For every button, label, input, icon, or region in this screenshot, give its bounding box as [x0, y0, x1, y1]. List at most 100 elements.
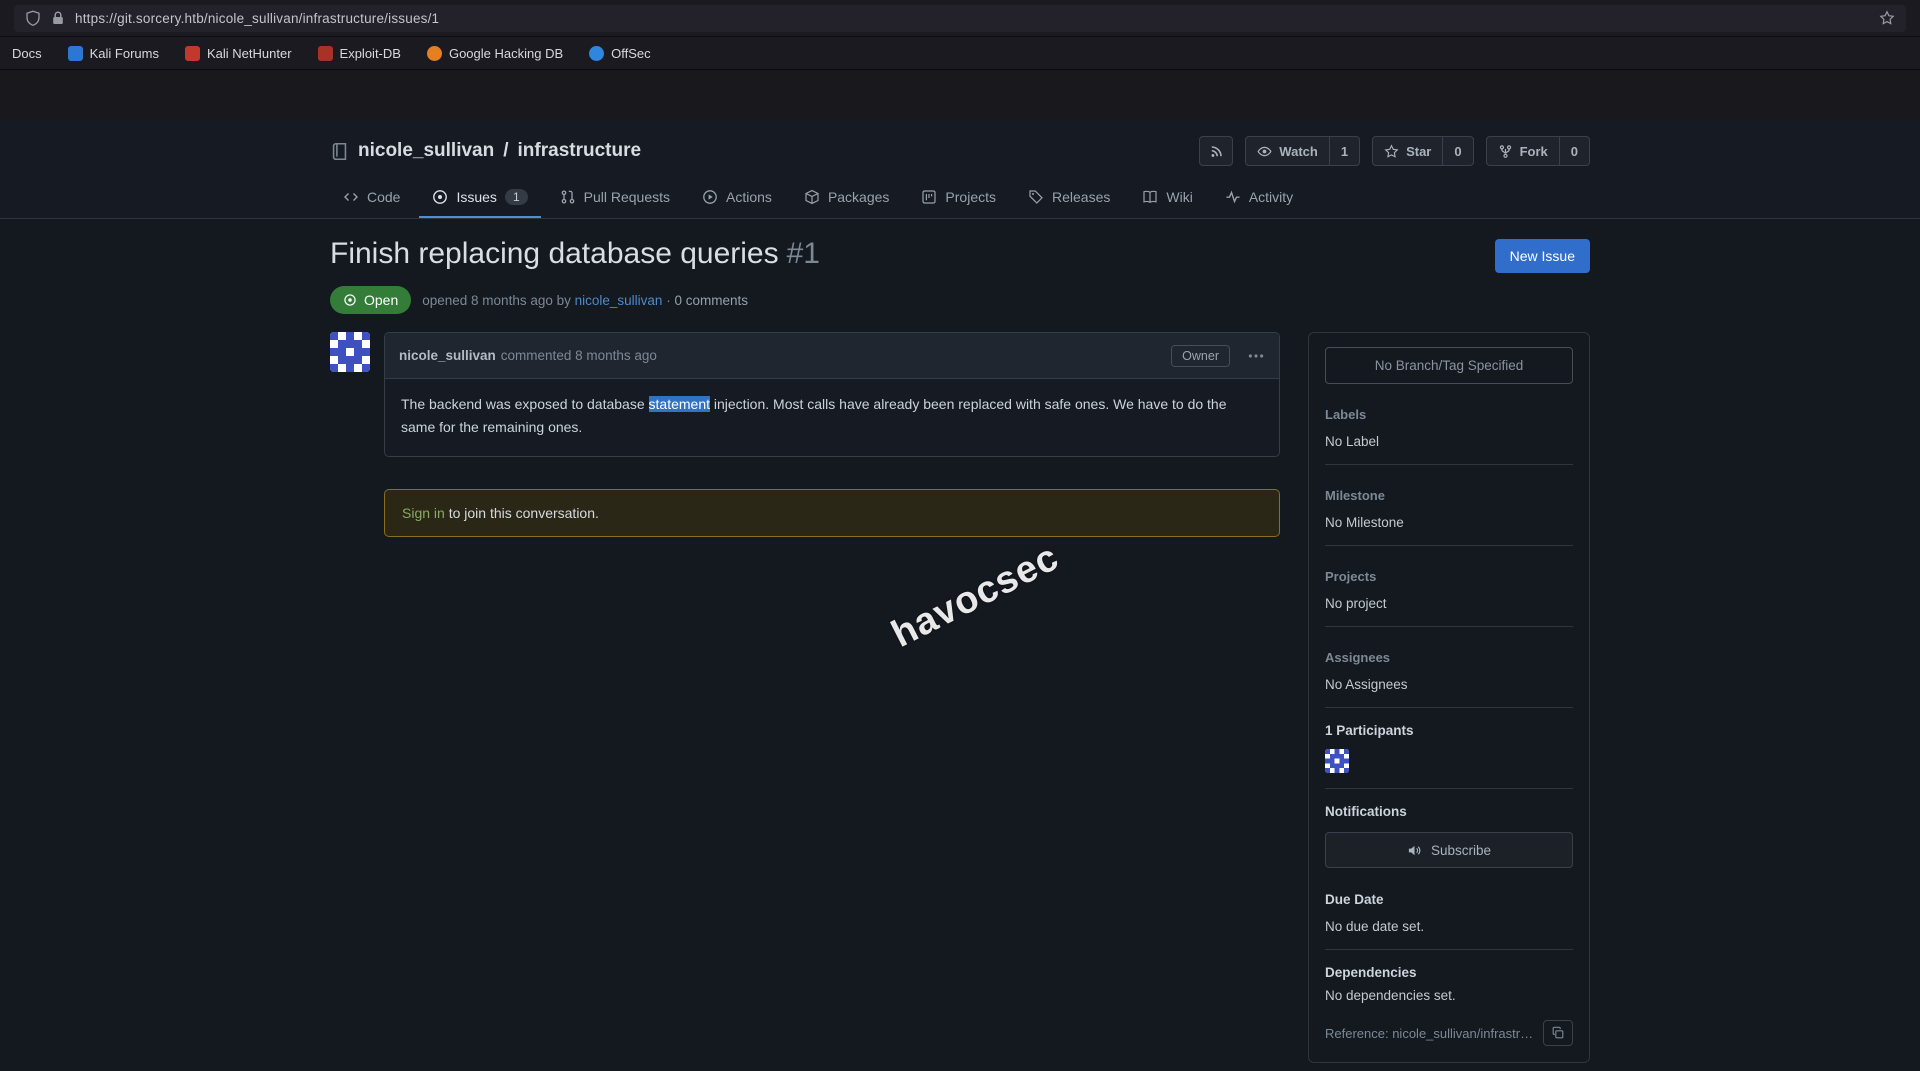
project-board-icon — [921, 189, 937, 205]
pulse-icon — [1225, 189, 1241, 205]
divider — [1325, 788, 1573, 789]
participants-title: 1 Participants — [1325, 723, 1573, 738]
issue-opened-icon — [432, 189, 448, 205]
lock-icon[interactable] — [50, 10, 66, 26]
bookmark-kali-nethunter[interactable]: Kali NetHunter — [185, 46, 292, 61]
bookmark-label: Kali Forums — [90, 46, 159, 61]
bookmark-google-hacking-db[interactable]: Google Hacking DB — [427, 46, 563, 61]
pull-request-icon — [560, 189, 576, 205]
url-field[interactable]: https://git.sorcery.htb/nicole_sullivan/… — [14, 5, 1906, 32]
url-text[interactable]: https://git.sorcery.htb/nicole_sullivan/… — [75, 11, 1870, 26]
issue-meta-text: opened 8 months ago by nicole_sullivan ·… — [422, 293, 748, 308]
bookmark-exploit-db[interactable]: Exploit-DB — [318, 46, 401, 61]
tab-code[interactable]: Code — [330, 179, 413, 218]
rss-button[interactable] — [1199, 136, 1233, 166]
subscribe-label: Subscribe — [1431, 843, 1491, 858]
tab-projects[interactable]: Projects — [908, 179, 1009, 218]
repo-owner-link[interactable]: nicole_sullivan — [358, 140, 494, 162]
bookmark-offsec[interactable]: OffSec — [589, 46, 651, 61]
bookmark-label: OffSec — [611, 46, 651, 61]
shield-icon[interactable] — [25, 10, 41, 26]
tab-issues[interactable]: Issues 1 — [419, 179, 540, 218]
tab-label: Wiki — [1166, 189, 1192, 205]
bookmarks-bar: Docs Kali Forums Kali NetHunter Exploit-… — [0, 37, 1920, 70]
fork-button[interactable]: Fork 0 — [1486, 136, 1590, 166]
bookmark-star-icon[interactable] — [1879, 10, 1895, 26]
tab-activity[interactable]: Activity — [1212, 179, 1306, 218]
participant-avatar[interactable] — [1325, 749, 1349, 773]
watch-count[interactable]: 1 — [1329, 137, 1359, 165]
divider — [1325, 949, 1573, 950]
bookmark-kali-forums[interactable]: Kali Forums — [68, 46, 159, 61]
kali-forums-favicon — [68, 46, 83, 61]
dependencies-value: No dependencies set. — [1325, 988, 1573, 1003]
tag-icon — [1028, 189, 1044, 205]
issue-opened-icon — [343, 293, 357, 307]
comment-author-link[interactable]: nicole_sullivan — [399, 348, 496, 363]
kebab-menu-icon[interactable] — [1247, 347, 1265, 365]
assignees-value: No Assignees — [1325, 677, 1573, 692]
notifications-title: Notifications — [1325, 804, 1573, 819]
due-date-title: Due Date — [1325, 892, 1573, 907]
divider — [1325, 464, 1573, 465]
url-bar: https://git.sorcery.htb/nicole_sullivan/… — [0, 0, 1920, 37]
tab-label: Actions — [726, 189, 772, 205]
tab-packages[interactable]: Packages — [791, 179, 902, 218]
tab-releases[interactable]: Releases — [1015, 179, 1123, 218]
tab-label: Packages — [828, 189, 889, 205]
divider — [1325, 707, 1573, 708]
rss-icon — [1209, 144, 1224, 159]
repo-title-row: nicole_sullivan / infrastructure — [330, 133, 1590, 169]
status-badge: Open — [330, 286, 411, 314]
package-icon — [804, 189, 820, 205]
reference-row: Reference: nicole_sullivan/infrastr… — [1325, 1020, 1573, 1046]
kali-nethunter-favicon — [185, 46, 200, 61]
tab-label: Issues — [456, 189, 496, 205]
comment: nicole_sullivan commented 8 months ago O… — [330, 332, 1280, 457]
tab-wiki[interactable]: Wiki — [1129, 179, 1205, 218]
new-issue-button[interactable]: New Issue — [1495, 239, 1590, 273]
branch-selector[interactable]: No Branch/Tag Specified — [1325, 347, 1573, 384]
reference-label: Reference: nicole_sullivan/infrastr… — [1325, 1026, 1535, 1041]
tab-label: Projects — [945, 189, 996, 205]
star-button[interactable]: Star 0 — [1372, 136, 1474, 166]
repo-name-link[interactable]: infrastructure — [518, 140, 642, 162]
comment-box: nicole_sullivan commented 8 months ago O… — [384, 332, 1280, 457]
comment-body: The backend was exposed to database stat… — [385, 379, 1279, 456]
fork-label: Fork — [1520, 144, 1548, 159]
issue-page: Finish replacing database queries#1 New … — [330, 237, 1590, 1063]
copy-reference-button[interactable] — [1543, 1020, 1573, 1046]
actions-icon — [702, 189, 718, 205]
watch-button[interactable]: Watch 1 — [1245, 136, 1360, 166]
issue-author-link[interactable]: nicole_sullivan — [575, 293, 663, 308]
status-label: Open — [364, 292, 398, 308]
tab-pull-requests[interactable]: Pull Requests — [547, 179, 683, 218]
milestone-title: Milestone — [1325, 488, 1573, 503]
star-label: Star — [1406, 144, 1431, 159]
tab-label: Releases — [1052, 189, 1110, 205]
bookmark-label: Google Hacking DB — [449, 46, 563, 61]
speaker-icon — [1407, 843, 1422, 858]
dependencies-title: Dependencies — [1325, 965, 1573, 980]
google-hacking-db-favicon — [427, 46, 442, 61]
eye-icon — [1257, 144, 1272, 159]
star-count[interactable]: 0 — [1442, 137, 1472, 165]
issues-count-badge: 1 — [505, 189, 528, 205]
tab-label: Code — [367, 189, 400, 205]
issue-meta: Open opened 8 months ago by nicole_sulli… — [330, 286, 1590, 314]
repo-tabs: Code Issues 1 Pull Requests Actions — [330, 179, 1590, 218]
bookmark-docs[interactable]: Docs — [12, 46, 42, 61]
issue-title: Finish replacing database queries#1 — [330, 237, 820, 271]
subscribe-button[interactable]: Subscribe — [1325, 832, 1573, 868]
sign-in-link[interactable]: Sign in — [402, 505, 445, 521]
signin-text: to join this conversation. — [445, 505, 599, 521]
tab-actions[interactable]: Actions — [689, 179, 785, 218]
assignees-title: Assignees — [1325, 650, 1573, 665]
projects-title: Projects — [1325, 569, 1573, 584]
labels-title: Labels — [1325, 407, 1573, 422]
milestone-value: No Milestone — [1325, 515, 1573, 530]
owner-badge: Owner — [1171, 345, 1230, 367]
book-icon — [1142, 189, 1158, 205]
avatar[interactable] — [330, 332, 370, 372]
fork-count[interactable]: 0 — [1559, 137, 1589, 165]
